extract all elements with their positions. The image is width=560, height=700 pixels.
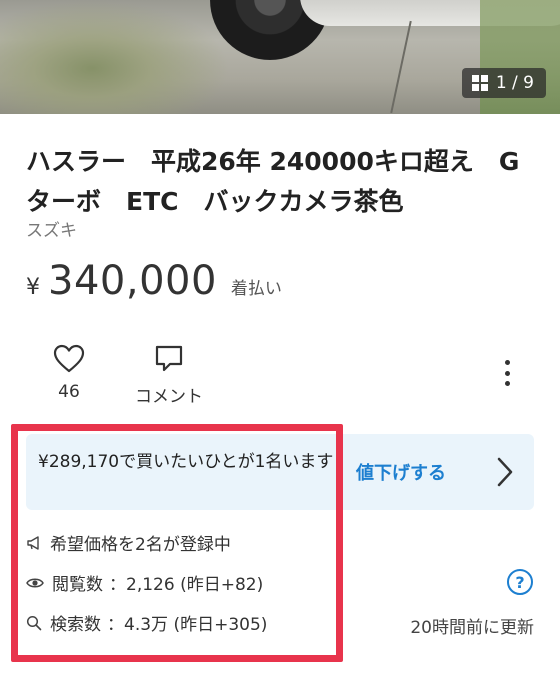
price-down-button[interactable]: 値下げする	[352, 434, 534, 510]
comment-icon	[155, 345, 183, 372]
last-updated: 20時間前に更新	[410, 618, 534, 638]
price-down-label: 値下げする	[356, 463, 446, 484]
photo-counter-button[interactable]: 1 / 9	[461, 68, 546, 98]
item-price: 340,000	[48, 258, 217, 304]
item-brand[interactable]: スズキ	[26, 216, 77, 241]
photo-grass	[0, 0, 230, 114]
chevron-right-icon	[497, 457, 513, 487]
currency-symbol: ¥	[26, 275, 40, 300]
help-icon[interactable]: ?	[507, 569, 533, 595]
shipping-terms: 着払い	[230, 279, 282, 299]
grid-icon	[471, 75, 488, 91]
highlight-frame	[11, 424, 343, 662]
price-row: ¥ 340,000 着払い	[26, 258, 282, 304]
like-button[interactable]: 46	[44, 344, 94, 402]
heart-icon	[53, 344, 85, 373]
comment-label: コメント	[135, 387, 203, 407]
comment-button[interactable]: コメント	[128, 344, 210, 407]
listing-photo[interactable]: 1 / 9	[0, 0, 560, 114]
item-title: ハスラー 平成26年 240000キロ超え G ターボ ETC バックカメラ茶色	[26, 147, 545, 216]
like-count: 46	[58, 382, 80, 402]
photo-counter-text: 1 / 9	[495, 73, 534, 93]
more-options-icon[interactable]	[500, 360, 514, 386]
photo-ground-crack	[390, 20, 412, 114]
